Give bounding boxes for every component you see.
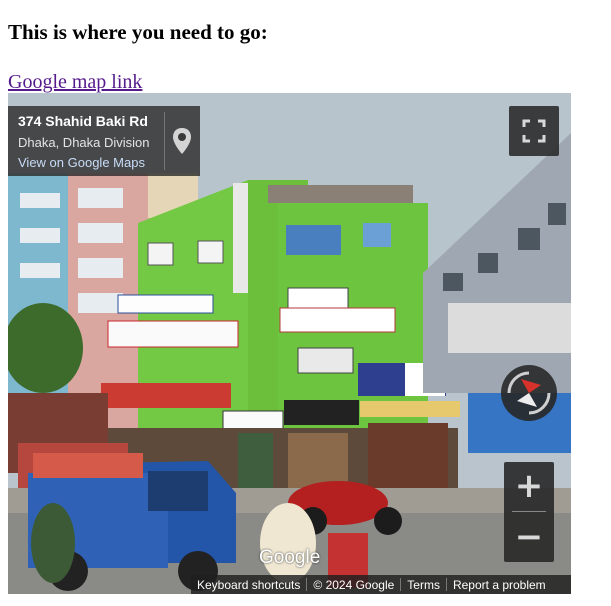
fullscreen-icon — [522, 119, 546, 143]
address-title: 374 Shahid Baki Rd — [18, 113, 148, 129]
fullscreen-button[interactable] — [509, 106, 559, 156]
zoom-control: + − — [504, 462, 554, 562]
google-logo: Google — [259, 547, 321, 568]
copyright-text: © 2024 Google — [313, 577, 395, 592]
location-info-card: 374 Shahid Baki Rd Dhaka, Dhaka Division… — [8, 106, 200, 176]
card-divider — [164, 112, 165, 170]
zoom-out-button[interactable]: − — [504, 513, 554, 562]
compass-control[interactable] — [499, 363, 559, 423]
map-footer: Keyboard shortcuts © 2024 Google Terms R… — [191, 575, 571, 594]
zoom-in-button[interactable]: + — [504, 462, 554, 511]
compass-icon — [501, 365, 557, 421]
terms-link[interactable]: Terms — [401, 578, 446, 592]
google-map-link[interactable]: Google map link — [8, 70, 142, 94]
zoom-divider — [512, 511, 546, 512]
address-region: Dhaka, Dhaka Division — [18, 135, 150, 150]
view-on-google-maps-link[interactable]: View on Google Maps — [18, 155, 145, 170]
street-view-embed[interactable]: 374 Shahid Baki Rd Dhaka, Dhaka Division… — [8, 93, 571, 594]
map-pin-icon[interactable] — [170, 126, 194, 156]
page-heading: This is where you need to go: — [8, 20, 268, 44]
keyboard-shortcuts-link[interactable]: Keyboard shortcuts — [191, 578, 306, 592]
report-problem-link[interactable]: Report a problem — [447, 578, 552, 592]
